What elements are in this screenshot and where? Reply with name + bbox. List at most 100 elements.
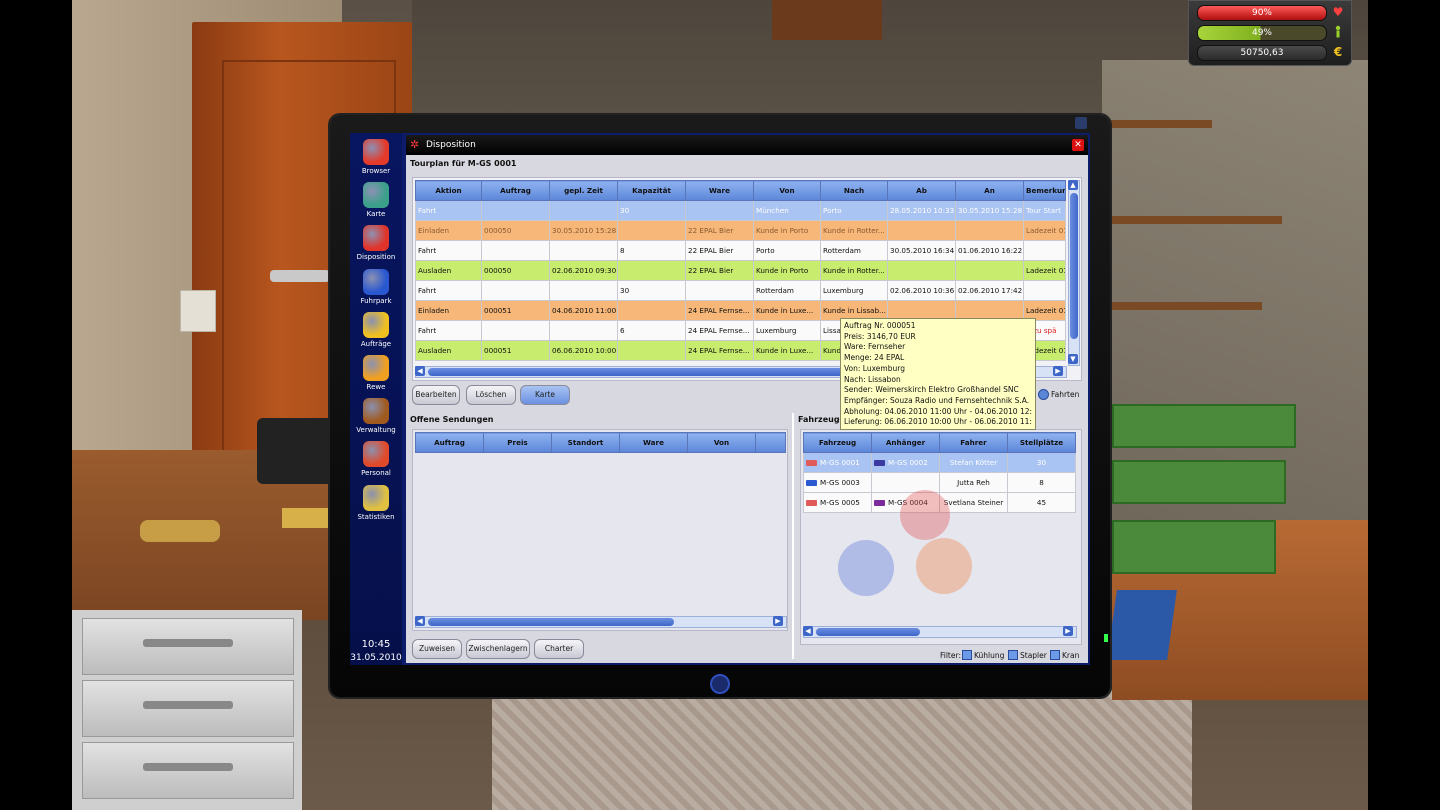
sidebar-item-rewe[interactable]: Rewe <box>350 355 402 397</box>
table-cell: Fahrt <box>415 200 482 221</box>
table-cell <box>617 300 686 321</box>
table-cell <box>617 260 686 281</box>
monitor-indicator <box>1075 117 1087 129</box>
column-header[interactable]: Ab <box>887 180 956 201</box>
column-header[interactable]: Kapazität <box>617 180 686 201</box>
column-header[interactable]: Preis <box>483 432 552 453</box>
scroll-right-icon[interactable]: ▶ <box>1063 626 1073 636</box>
column-header[interactable]: Ware <box>619 432 688 453</box>
sidebar-item-aufträge[interactable]: Aufträge <box>350 311 402 354</box>
table-cell: 30 <box>617 280 686 301</box>
edit-button[interactable]: Bearbeiten <box>412 385 460 405</box>
column-header[interactable]: Standort <box>551 432 620 453</box>
table-cell: Rotterdam <box>820 240 888 261</box>
scroll-right-icon[interactable]: ▶ <box>773 616 783 626</box>
table-cell: Ausladen <box>415 260 482 281</box>
sidebar-item-karte[interactable]: Karte <box>350 182 402 224</box>
column-header[interactable]: gepl. Zeit <box>549 180 618 201</box>
filter-crane-checkbox[interactable] <box>1050 650 1060 660</box>
drawer-pull <box>143 763 233 771</box>
truck-icon <box>806 460 817 466</box>
table-cell: 22 EPAL Bier <box>685 220 754 241</box>
open-shipments-hscroll[interactable] <box>415 616 787 628</box>
column-header[interactable]: Anhänger <box>871 432 940 453</box>
scroll-left-icon[interactable]: ◀ <box>415 616 425 626</box>
column-header[interactable]: Von <box>753 180 821 201</box>
sidebar-item-label: Browser <box>361 167 391 175</box>
table-row[interactable]: Fahrt 30 München Porto 28.05.2010 10:33 30.05… <box>415 200 1066 221</box>
sidebar-item-verwaltung[interactable]: Verwaltung <box>350 398 402 440</box>
scroll-thumb[interactable] <box>1070 193 1078 339</box>
sidebar-item-label: Disposition <box>356 253 396 262</box>
wall-shelf <box>1102 120 1212 128</box>
scroll-left-icon[interactable]: ◀ <box>415 366 425 376</box>
truck-icon <box>806 480 817 486</box>
table-cell: Rotterdam <box>753 280 821 301</box>
table-row[interactable]: Fahrt 30 Rotterdam Luxemburg 02.06.2010 10:3… <box>415 280 1066 301</box>
column-header[interactable]: Auftrag <box>415 432 484 453</box>
column-header[interactable]: Bemerkung <box>1023 180 1066 201</box>
document-tray <box>1112 404 1296 448</box>
scroll-down-icon[interactable]: ▼ <box>1068 354 1078 364</box>
table-row[interactable]: Einladen 000050 30.05.2010 15:28 22 EPAL Bi… <box>415 220 1066 241</box>
vehicles-hscroll[interactable] <box>803 626 1077 638</box>
filter-forklift-checkbox[interactable] <box>1008 650 1018 660</box>
sidebar-item-label: Personal <box>361 469 391 478</box>
scroll-up-icon[interactable]: ▲ <box>1068 180 1078 190</box>
column-header[interactable]: Fahrzeug <box>803 432 872 453</box>
charter-button[interactable]: Charter <box>534 639 584 659</box>
table-cell: Fahrt <box>415 280 482 301</box>
table-cell <box>549 280 618 301</box>
column-header[interactable]: Auftrag <box>481 180 550 201</box>
table-cell: Luxemburg <box>753 320 821 341</box>
table-cell: 22 EPAL Bier <box>685 240 754 261</box>
table-cell: 30.05.2010 16:34 <box>887 240 956 261</box>
filter-label: Filter: <box>940 651 961 660</box>
sidebar-item-fuhrpark[interactable]: Fuhrpark <box>350 268 402 311</box>
tourplan-title: Tourplan für M-GS 0001 <box>410 159 517 168</box>
money-display: 50750,63 <box>1197 45 1327 61</box>
table-cell: Porto <box>820 200 888 221</box>
decor-bubbles <box>830 490 1000 600</box>
sidebar-item-label: Aufträge <box>360 339 392 348</box>
scroll-thumb[interactable] <box>428 618 674 626</box>
filter-crane-label: Kran <box>1062 651 1080 660</box>
sidebar-item-statistiken[interactable]: Statistiken <box>350 484 402 527</box>
spaces-cell: 45 <box>1007 492 1076 513</box>
filter-cooling-label: Kühlung <box>974 651 1005 660</box>
column-header[interactable]: Nach <box>820 180 888 201</box>
keys <box>140 520 220 542</box>
scroll-thumb[interactable] <box>816 628 920 636</box>
map-button[interactable]: Karte <box>520 385 570 405</box>
scroll-right-icon[interactable]: ▶ <box>1053 366 1063 376</box>
sidebar-item-personal[interactable]: Personal <box>350 441 402 483</box>
column-header[interactable]: Von <box>687 432 756 453</box>
table-cell: München <box>753 200 821 221</box>
rewe-icon <box>363 355 389 381</box>
filter-cooling-checkbox[interactable] <box>962 650 972 660</box>
delete-button[interactable]: Löschen <box>466 385 516 405</box>
tooltip-line: Menge: 24 EPAL <box>844 353 905 363</box>
table-row[interactable]: Fahrt 8 22 EPAL Bier Porto Rotterdam 30.05.20… <box>415 240 1066 261</box>
drawer-pull <box>143 639 233 647</box>
monitor-power-button[interactable] <box>710 674 730 694</box>
status-hud: 90% ♥ 49% 50750,63 € <box>1188 0 1352 66</box>
table-row[interactable]: Ausladen 000050 02.06.2010 09:30 22 EPAL Bi… <box>415 260 1066 281</box>
sidebar-item-browser[interactable]: Browser <box>350 139 402 181</box>
column-header[interactable]: Fahrer <box>939 432 1008 453</box>
table-cell: Kunde in Luxe... <box>753 340 821 361</box>
column-header[interactable]: An <box>955 180 1024 201</box>
sidebar-item-disposition[interactable]: Disposition <box>350 225 402 267</box>
vehicle-row[interactable]: M-GS 0001 M-GS 0002 Stefan Kötter 30 <box>803 452 1076 473</box>
temp-store-button[interactable]: Zwischenlagern <box>466 639 530 659</box>
column-header[interactable]: Ware <box>685 180 754 201</box>
column-header[interactable]: Stellplätze <box>1007 432 1076 453</box>
sidebar-item-label: Verwaltung <box>356 426 396 435</box>
tourplan-vscroll[interactable] <box>1068 180 1080 366</box>
close-button[interactable]: ✕ <box>1072 139 1084 151</box>
document-tray <box>1112 460 1286 504</box>
scroll-left-icon[interactable]: ◀ <box>803 626 813 636</box>
fahrten-radio[interactable] <box>1038 389 1049 400</box>
column-header[interactable]: Aktion <box>415 180 482 201</box>
assign-button[interactable]: Zuweisen <box>412 639 462 659</box>
